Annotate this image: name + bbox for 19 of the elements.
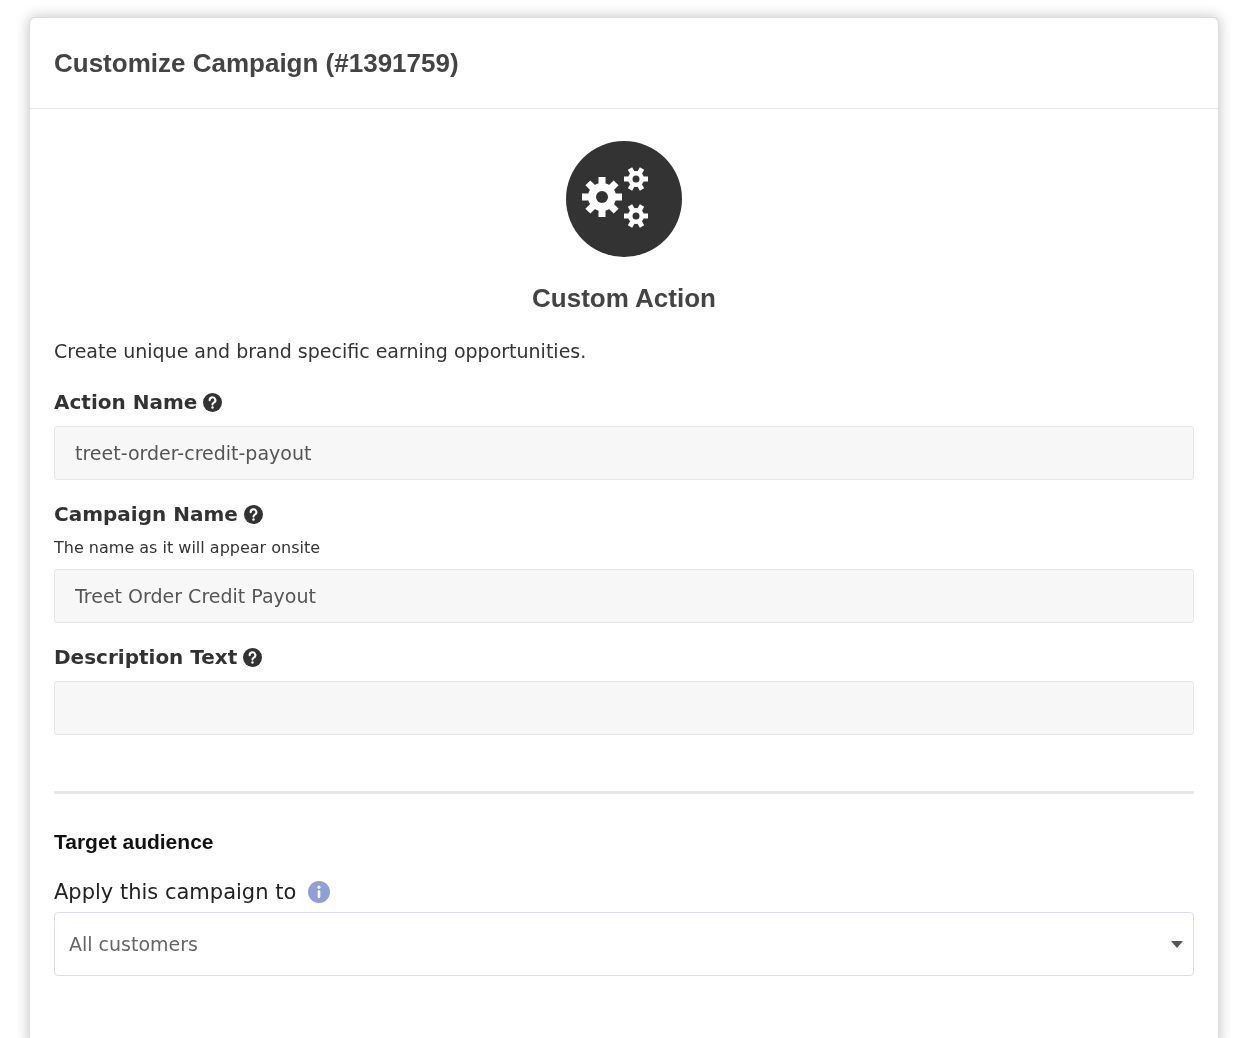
help-icon[interactable] [243, 647, 263, 667]
field-hint: The name as it will appear onsite [54, 538, 322, 557]
window-title: Customize Campaign (#1391759) [54, 47, 459, 79]
field-label: Apply this campaign to [54, 880, 297, 904]
action-type-title: Custom Action [532, 283, 716, 314]
field-label: Action Name [54, 390, 198, 414]
text-field[interactable]: treet-order-credit-payout [54, 426, 1194, 480]
audience-select[interactable]: All customers [54, 912, 1194, 976]
field-label: Campaign Name [54, 502, 238, 526]
field-label: Description Text [54, 645, 238, 669]
text-field[interactable]: Treet Order Credit Payout [54, 569, 1194, 623]
caret-icon [1171, 940, 1183, 948]
section-heading: Target audience [54, 830, 215, 854]
info-icon[interactable] [308, 881, 331, 903]
action-description: Create unique and brand specific earning opportunities. [54, 340, 588, 362]
help-icon[interactable] [243, 504, 263, 524]
help-icon[interactable] [203, 392, 223, 412]
gears-icon [566, 141, 682, 257]
text-field[interactable] [54, 681, 1194, 735]
